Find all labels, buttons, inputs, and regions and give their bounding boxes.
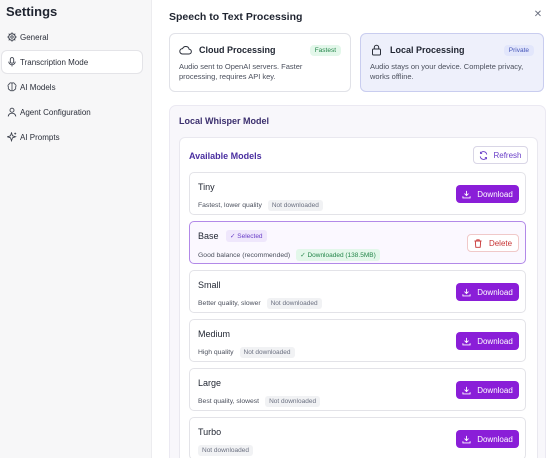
delete-label: Delete xyxy=(488,238,513,248)
download-button[interactable]: Download xyxy=(456,381,519,399)
download-label: Download xyxy=(477,189,513,199)
brain-icon xyxy=(7,82,17,92)
sidebar-item-label: AI Prompts xyxy=(20,132,60,142)
model-description: Fastest, lower quality xyxy=(198,202,262,209)
download-status: Not downloaded xyxy=(239,347,295,358)
refresh-button[interactable]: Refresh xyxy=(473,146,528,164)
microphone-icon xyxy=(7,57,17,67)
cloud-processing-option[interactable]: Cloud Processing Fastest Audio sent to O… xyxy=(169,33,351,92)
model-name: Medium xyxy=(198,329,231,339)
download-status: Not downloaded xyxy=(266,298,322,309)
model-info: Better quality, slower Not downloaded xyxy=(198,298,322,309)
download-button[interactable]: Download xyxy=(456,283,519,301)
sidebar: Settings General Transcription Mode AI M… xyxy=(0,0,152,458)
page-title: Speech to Text Processing xyxy=(169,11,303,23)
main-content: Speech to Text Processing ✕ Cloud Proces… xyxy=(152,0,552,458)
sidebar-item-general[interactable]: General xyxy=(2,26,142,48)
download-status: ✓ Downloaded (138.5MB) xyxy=(296,249,380,261)
available-models-title: Available Models xyxy=(189,151,262,161)
model-description: High quality xyxy=(198,349,234,356)
sidebar-item-label: General xyxy=(20,32,49,42)
sidebar-item-label: AI Models xyxy=(20,82,56,92)
download-icon xyxy=(462,190,471,198)
model-row-base: Base ✓ Selected Good balance (recommende… xyxy=(189,221,526,264)
download-button[interactable]: Download xyxy=(456,430,519,448)
sidebar-item-ai-models[interactable]: AI Models xyxy=(2,76,142,98)
selected-badge: ✓ Selected xyxy=(226,230,267,242)
model-row-small: Small Better quality, slower Not downloa… xyxy=(189,270,526,313)
delete-button[interactable]: Delete xyxy=(467,234,519,252)
download-icon xyxy=(462,386,471,394)
model-info: Best quality, slowest Not downloaded xyxy=(198,396,321,407)
model-row-tiny: Tiny Fastest, lower quality Not download… xyxy=(189,172,526,215)
model-name: Small xyxy=(198,280,221,290)
download-icon xyxy=(462,435,471,443)
download-button[interactable]: Download xyxy=(456,185,519,203)
refresh-icon xyxy=(480,150,488,160)
download-status: Not downloaded xyxy=(198,445,253,456)
model-row-medium: Medium High quality Not downloaded Downl… xyxy=(189,319,526,362)
model-info: High quality Not downloaded xyxy=(198,347,295,358)
sparkle-icon xyxy=(7,132,17,142)
option-description: Audio stays on your device. Complete pri… xyxy=(370,62,524,81)
model-description: Good balance (recommended) xyxy=(198,251,291,259)
model-description: Best quality, slowest xyxy=(198,398,260,405)
download-button[interactable]: Download xyxy=(456,332,519,350)
download-label: Download xyxy=(477,287,513,297)
fastest-badge: Fastest xyxy=(309,44,341,56)
model-row-large: Large Best quality, slowest Not download… xyxy=(189,368,526,411)
refresh-label: Refresh xyxy=(493,150,522,160)
gear-icon xyxy=(7,32,17,42)
model-name: Base xyxy=(198,231,219,241)
model-name: Tiny xyxy=(198,182,215,192)
model-info: Not downloaded xyxy=(198,445,253,456)
model-description: Better quality, slower xyxy=(198,300,261,307)
model-name: Turbo xyxy=(198,427,222,437)
close-icon[interactable]: ✕ xyxy=(532,9,544,21)
sidebar-item-ai-prompts[interactable]: AI Prompts xyxy=(2,126,142,148)
option-title: Cloud Processing xyxy=(199,45,276,55)
download-label: Download xyxy=(477,434,513,444)
download-icon xyxy=(462,288,471,296)
download-label: Download xyxy=(477,385,513,395)
sidebar-nav: General Transcription Mode AI Models Age… xyxy=(0,26,152,151)
sidebar-item-label: Agent Configuration xyxy=(20,107,91,117)
download-status: Not downloaded xyxy=(265,396,321,407)
model-name: Large xyxy=(198,378,222,388)
app-title: Settings xyxy=(6,4,58,19)
download-label: Download xyxy=(477,336,513,346)
available-models-panel: Available Models Refresh Tiny Fastest, l… xyxy=(179,137,538,458)
local-processing-option[interactable]: Local Processing Private Audio stays on … xyxy=(360,33,544,92)
option-title: Local Processing xyxy=(390,45,465,55)
cloud-icon xyxy=(179,44,192,56)
model-info: Good balance (recommended) ✓ Downloaded … xyxy=(198,249,380,261)
trash-icon xyxy=(474,238,482,248)
user-icon xyxy=(7,107,17,117)
download-status: Not downloaded xyxy=(267,200,323,211)
sidebar-item-label: Transcription Mode xyxy=(20,57,89,67)
model-info: Fastest, lower quality Not downloaded xyxy=(198,200,323,211)
option-description: Audio sent to OpenAI servers. Faster pro… xyxy=(179,62,303,81)
local-whisper-panel: Local Whisper Model Available Models Ref… xyxy=(169,105,546,458)
private-badge: Private xyxy=(503,44,534,56)
sidebar-item-agent-configuration[interactable]: Agent Configuration xyxy=(2,101,142,123)
sidebar-item-transcription-mode[interactable]: Transcription Mode xyxy=(2,51,142,73)
whisper-section-title: Local Whisper Model xyxy=(179,116,270,126)
lock-icon xyxy=(370,44,383,56)
model-row-turbo: Turbo Not downloaded Download xyxy=(189,417,526,458)
download-icon xyxy=(462,337,471,345)
